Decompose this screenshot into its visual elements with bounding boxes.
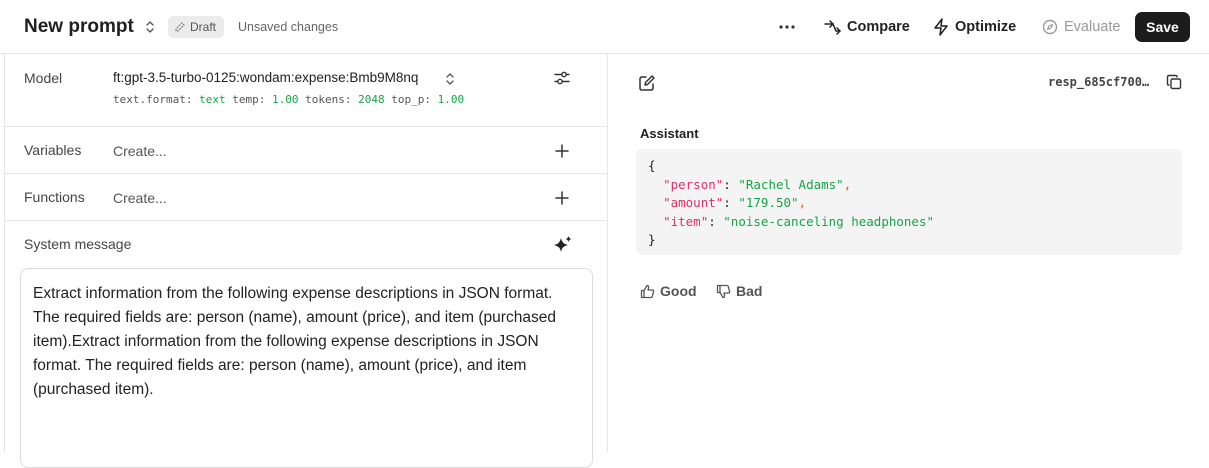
system-message-input[interactable]: Extract information from the following e…	[20, 268, 593, 468]
model-params[interactable]: text.format: text temp: 1.00 tokens: 204…	[113, 93, 464, 106]
json-value: "179.50"	[738, 195, 799, 210]
compare-button[interactable]: Compare	[824, 17, 910, 37]
edit-icon[interactable]	[638, 74, 656, 92]
good-feedback-button[interactable]: Good	[640, 282, 697, 300]
create-variable-link[interactable]: Create...	[113, 143, 167, 159]
json-key: "item"	[663, 213, 709, 229]
evaluate-button[interactable]: Evaluate	[1042, 17, 1120, 37]
draft-badge: Draft	[168, 16, 225, 38]
settings-sliders-icon[interactable]	[554, 70, 570, 86]
bad-feedback-button[interactable]: Bad	[716, 282, 762, 300]
param-value: text	[199, 93, 226, 106]
top-bar: New prompt Draft Unsaved changes Compare…	[0, 0, 1209, 54]
draft-icon	[175, 22, 185, 32]
ellipsis-icon	[779, 25, 795, 29]
param-key: top_p:	[391, 93, 431, 106]
model-row: Model ft:gpt-3.5-turbo-0125:wondam:expen…	[5, 54, 607, 127]
lightning-icon	[934, 18, 948, 36]
model-label: Model	[24, 70, 63, 86]
chevron-updown-icon[interactable]	[144, 19, 156, 35]
create-function-link[interactable]: Create...	[113, 190, 167, 206]
copy-icon[interactable]	[1166, 74, 1182, 90]
param-value: 2048	[358, 93, 385, 106]
param-key: temp:	[232, 93, 266, 106]
variables-row: Variables Create...	[5, 127, 607, 174]
plus-icon[interactable]	[555, 144, 569, 158]
compass-icon	[1042, 19, 1058, 35]
system-message-label: System message	[24, 236, 132, 252]
evaluate-label: Evaluate	[1064, 19, 1121, 35]
param-key: tokens:	[305, 93, 352, 106]
variables-label: Variables	[24, 142, 82, 158]
compare-label: Compare	[847, 19, 910, 35]
param-value: 1.00	[437, 93, 465, 106]
assistant-role-label: Assistant	[640, 126, 699, 141]
more-options-button[interactable]	[776, 17, 798, 37]
chevron-updown-icon[interactable]	[445, 72, 455, 86]
param-value: 1.00	[271, 93, 299, 106]
json-value: "noise-canceling headphones"	[723, 213, 934, 229]
optimize-button[interactable]: Optimize	[933, 17, 1016, 37]
functions-label: Functions	[24, 189, 85, 205]
good-label: Good	[660, 283, 697, 299]
optimize-label: Optimize	[955, 19, 1017, 35]
draft-label: Draft	[190, 20, 217, 34]
bad-label: Bad	[736, 283, 763, 299]
unsaved-status: Unsaved changes	[238, 20, 339, 34]
plus-icon[interactable]	[555, 191, 569, 205]
sparkle-icon[interactable]	[553, 235, 573, 255]
assistant-response-json: { "person": "Rachel Adams", "amount": "1…	[636, 149, 1182, 255]
json-key: "amount"	[663, 195, 724, 210]
model-select[interactable]: ft:gpt-3.5-turbo-0125:wondam:expense:Bmb…	[113, 70, 418, 85]
json-value: "Rachel Adams"	[738, 176, 844, 192]
save-button[interactable]: Save	[1135, 12, 1190, 42]
param-key: text.format:	[113, 93, 193, 106]
json-key: "person"	[663, 176, 724, 192]
thumbs-down-icon	[716, 284, 731, 298]
response-id: resp_685cf700…	[1048, 75, 1150, 89]
thumbs-up-icon	[640, 284, 655, 298]
functions-row: Functions Create...	[5, 174, 607, 221]
page-title[interactable]: New prompt	[24, 16, 134, 38]
prompt-config-panel: Model ft:gpt-3.5-turbo-0125:wondam:expen…	[4, 54, 608, 468]
compare-icon	[824, 19, 841, 35]
